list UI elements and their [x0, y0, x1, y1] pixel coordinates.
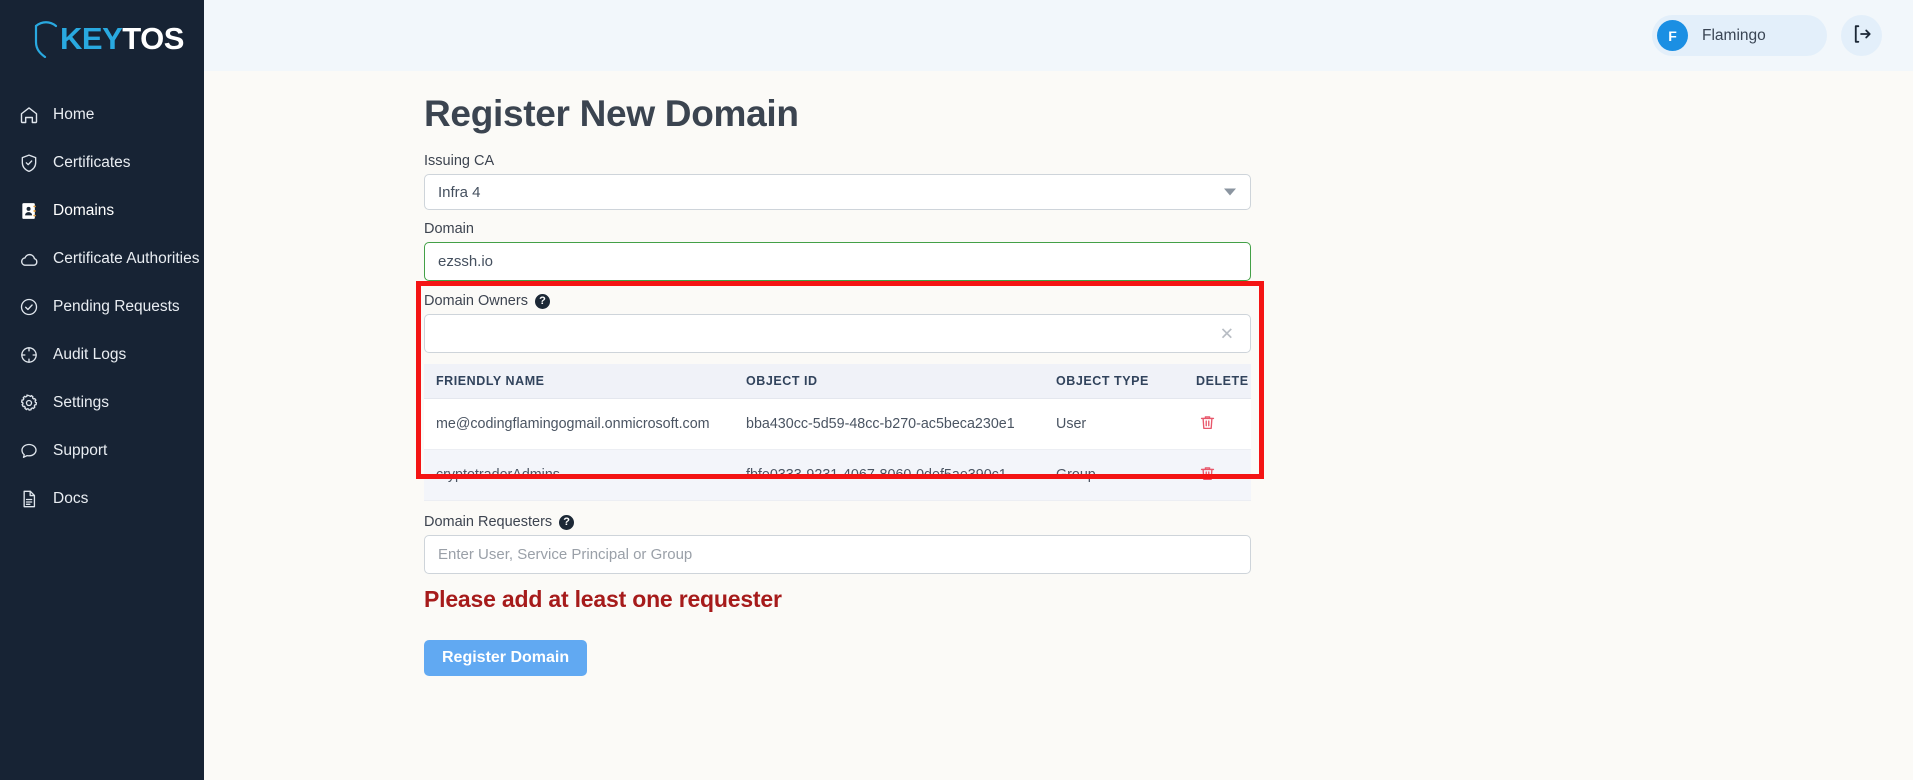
check-circle-icon — [17, 295, 41, 319]
page-title: Register New Domain — [424, 93, 799, 134]
sidebar-item-label: Certificate Authorities — [53, 250, 200, 267]
domain-label: Domain — [424, 221, 474, 237]
shield-logo-icon — [34, 21, 58, 58]
cell-friendly-name: me@codingflamingogmail.onmicrosoft.com — [424, 398, 734, 450]
cell-object-type: Group — [1044, 449, 1184, 501]
column-header-object-type: OBJECT TYPE — [1044, 364, 1184, 399]
sidebar-item-label: Pending Requests — [53, 298, 180, 315]
issuing-ca-label: Issuing CA — [424, 153, 495, 169]
sidebar-item-docs[interactable]: Docs — [0, 475, 204, 523]
document-icon — [17, 487, 41, 511]
sidebar-item-domains[interactable]: Domains — [0, 187, 204, 235]
sidebar-item-settings[interactable]: Settings — [0, 379, 204, 427]
issuing-ca-value: Infra 4 — [438, 183, 481, 201]
app-root: KEY TOS Home Certificates Domains Certif… — [0, 0, 1913, 780]
cell-friendly-name: cryptotraderAdmins — [424, 449, 734, 501]
sidebar-item-label: Docs — [53, 490, 89, 507]
sidebar-item-certificates[interactable]: Certificates — [0, 139, 204, 187]
register-domain-button[interactable]: Register Domain — [424, 640, 588, 676]
sidebar-item-certificate-authorities[interactable]: Certificate Authorities — [0, 235, 204, 283]
cloud-icon — [17, 247, 41, 271]
requesters-error-message: Please add at least one requester — [424, 586, 782, 612]
column-header-object-id: OBJECT ID — [734, 364, 1044, 399]
home-icon — [17, 103, 41, 127]
sidebar: KEY TOS Home Certificates Domains Certif… — [0, 0, 204, 780]
domain-owners-section: Domain Owners ? ✕ FRIENDLY NAME OBJECT I… — [416, 281, 1272, 514]
domain-owners-table: FRIENDLY NAME OBJECT ID OBJECT TYPE DELE… — [424, 364, 1251, 501]
sidebar-nav: Home Certificates Domains Certificate Au… — [0, 91, 204, 523]
avatar: F — [1657, 20, 1688, 51]
sidebar-item-home[interactable]: Home — [0, 91, 204, 139]
cell-object-type: User — [1044, 398, 1184, 450]
sidebar-item-label: Audit Logs — [53, 346, 127, 363]
page-content: Register New Domain Issuing CA Infra 4 D… — [204, 71, 1913, 780]
logout-icon — [1851, 23, 1873, 48]
top-bar: F Flamingo — [204, 0, 1913, 71]
table-row: me@codingflamingogmail.onmicrosoft.com b… — [424, 398, 1251, 450]
user-name-label: Flamingo — [1702, 26, 1766, 44]
shield-check-icon — [17, 151, 41, 175]
main-area: F Flamingo Register New Domain Issuing C… — [204, 0, 1913, 780]
domain-owners-label: Domain Owners ? — [424, 293, 1272, 309]
domain-input-value: ezssh.io — [438, 253, 494, 270]
trash-icon — [1199, 465, 1216, 485]
logo-text-tos: TOS — [122, 21, 184, 56]
contact-book-icon — [17, 199, 41, 223]
sidebar-item-pending-requests[interactable]: Pending Requests — [0, 283, 204, 331]
cell-delete — [1184, 398, 1251, 450]
column-header-delete: DELETE — [1184, 364, 1251, 399]
delete-row-button[interactable] — [1196, 413, 1218, 435]
sidebar-item-label: Settings — [53, 394, 110, 411]
cell-delete — [1184, 449, 1251, 501]
help-circle-icon[interactable]: ? — [559, 514, 575, 530]
logout-button[interactable] — [1841, 15, 1882, 56]
chevron-down-icon — [1224, 188, 1236, 196]
sidebar-item-support[interactable]: Support — [0, 427, 204, 475]
domain-requesters-placeholder: Enter User, Service Principal or Group — [438, 546, 693, 563]
gear-icon — [17, 391, 41, 415]
sidebar-item-label: Certificates — [53, 154, 131, 171]
column-header-friendly-name: FRIENDLY NAME — [424, 364, 734, 399]
table-body: me@codingflamingogmail.onmicrosoft.com b… — [424, 398, 1251, 501]
chat-bubble-icon — [17, 439, 41, 463]
table-header-row: FRIENDLY NAME OBJECT ID OBJECT TYPE DELE… — [424, 364, 1251, 399]
table-row: cryptotraderAdmins fbfe0333-9231-4067-80… — [424, 449, 1251, 501]
table-head: FRIENDLY NAME OBJECT ID OBJECT TYPE DELE… — [424, 364, 1251, 399]
sidebar-item-label: Domains — [53, 202, 115, 219]
issuing-ca-select[interactable]: Infra 4 — [424, 174, 1251, 210]
domain-requesters-input[interactable]: Enter User, Service Principal or Group — [424, 535, 1251, 574]
sidebar-item-label: Support — [53, 442, 108, 459]
help-circle-icon[interactable]: ? — [534, 293, 550, 309]
domain-input[interactable]: ezssh.io — [424, 242, 1251, 281]
logo-text-key: KEY — [60, 21, 123, 56]
cell-object-id: bba430cc-5d59-48cc-b270-ac5beca230e1 — [734, 398, 1044, 450]
delete-row-button[interactable] — [1196, 464, 1218, 486]
sidebar-item-audit-logs[interactable]: Audit Logs — [0, 331, 204, 379]
trash-icon — [1199, 414, 1216, 434]
domain-owners-input[interactable]: ✕ — [424, 314, 1251, 353]
user-account-pill[interactable]: F Flamingo — [1652, 15, 1827, 56]
crosshair-icon — [17, 343, 41, 367]
cell-object-id: fbfe0333-9231-4067-8060-0def5ae390c1 — [734, 449, 1044, 501]
clear-x-icon[interactable]: ✕ — [1220, 325, 1234, 342]
brand-logo[interactable]: KEY TOS — [0, 4, 204, 74]
domain-requesters-label: Domain Requesters ? — [424, 514, 1913, 530]
sidebar-item-label: Home — [53, 106, 95, 123]
